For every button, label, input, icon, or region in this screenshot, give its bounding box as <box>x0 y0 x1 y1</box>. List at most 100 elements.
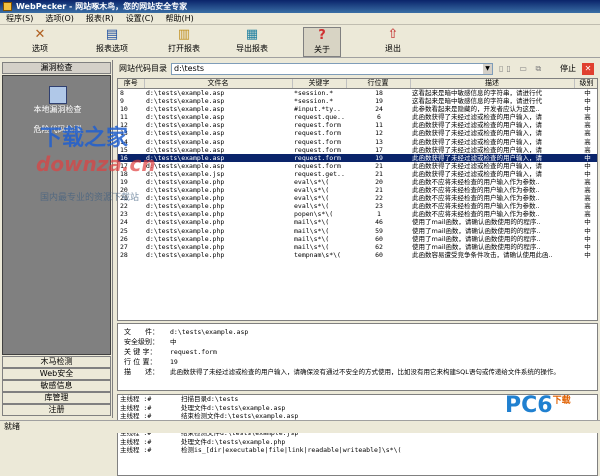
table-row[interactable]: 15 d:\tests\example.asp request.form 17 此函数获… <box>118 146 597 154</box>
column-header-level[interactable]: 级别 <box>574 79 597 89</box>
table-cell: 11 <box>375 121 383 130</box>
menu-settings[interactable]: 设置(C) <box>120 13 160 24</box>
table-row[interactable]: 11 d:\tests\example.asp request.que.. 6 此函数获… <box>118 113 597 121</box>
open-report-button[interactable]: ▥ 打开报表 <box>164 27 204 57</box>
table-row[interactable]: 8 d:\tests\example.asp *session.* 18 这看起来是暗中… <box>118 89 597 98</box>
close-icon[interactable]: ✕ <box>582 63 594 75</box>
directory-input[interactable]: d:\tests ▼ <box>171 63 493 75</box>
menu-program[interactable]: 程序(S) <box>0 13 39 24</box>
table-cell: request.form <box>294 121 341 130</box>
table-row[interactable]: 17 d:\tests\example.asp request.form 21 此函数获… <box>118 162 597 170</box>
table-row[interactable]: 13 d:\tests\example.asp request.form 12 此函数获… <box>118 129 597 137</box>
table-row[interactable]: 21 d:\tests\example.php eval\s*\(22 此函数不应将未… <box>118 194 597 202</box>
column-header-description[interactable]: 描述 <box>410 79 575 89</box>
table-cell: 中 <box>584 234 591 243</box>
chevron-down-icon[interactable]: ▼ <box>483 64 492 74</box>
table-row[interactable]: 14 d:\tests\example.asp request.form 13 此函数获… <box>118 137 597 146</box>
detail-keyword: 关 键 字： request.form <box>124 348 217 356</box>
table-cell: 1 <box>377 210 381 219</box>
detail-file: 文 件： d:\tests\example.asp <box>124 328 249 336</box>
table-cell: 中 <box>584 89 591 97</box>
table-row[interactable]: 28 d:\tests\example.php tempnam\s*\(60 此函数容… <box>118 250 597 259</box>
scan-controls-icons[interactable]: ▯▯ ▭ ⧉ <box>499 64 544 74</box>
table-cell: 60 <box>375 234 383 243</box>
table-row[interactable]: 18 d:\tests\example.jsp request.get.. 21 此函数… <box>118 170 597 178</box>
results-table[interactable]: 序号 文件名 关键字 行位置 描述 级别 8 d:\tests\example.a… <box>117 78 598 321</box>
about-button[interactable]: ? 关于 <box>303 27 341 57</box>
watermark-slogan: 国内最专业的资源下载站 <box>40 193 140 203</box>
table-cell: 19 <box>346 153 410 162</box>
sidebar-item-label: 本地漏洞检查 <box>33 105 82 114</box>
report-options-button[interactable]: ▤ 报表选项 <box>92 27 132 57</box>
column-header-keyword[interactable]: 关键字 <box>292 79 347 89</box>
sidebar-panel: 本地漏洞检查 危险代码检测 <box>2 75 111 355</box>
table-row[interactable]: 20 d:\tests\example.php eval\s*\(21 此函数不应将未… <box>118 186 597 195</box>
table-cell: 9 <box>120 97 124 106</box>
table-cell: 中 <box>584 226 591 235</box>
sidebar-button-sensitive-info[interactable]: 敏感信息 <box>2 380 111 392</box>
table-row[interactable]: 16 d:\tests\example.asp request.form 19 此函数获… <box>118 153 597 162</box>
column-header-filename[interactable]: 文件名 <box>144 79 293 89</box>
table-cell: 此函数不应将未经检查的用户输入作为参数.. <box>412 210 540 219</box>
table-cell: d:\tests\example.php <box>146 210 225 219</box>
table-cell: mail\s*\( <box>294 242 330 251</box>
log-line: 主线程 :# 处理文件d:\tests\example.php <box>118 438 597 447</box>
toolbar: ✕ 选项 ▤ 报表选项 ▥ 打开报表 ▦ 导出报表 ? 关于 ⇧ 退出 <box>0 26 600 58</box>
local-scan-icon <box>48 86 67 104</box>
table-cell: tempnam\s*\( <box>294 250 341 259</box>
stop-button[interactable]: 停止 <box>560 64 576 74</box>
export-report-icon: ▦ <box>245 27 259 42</box>
table-cell: 中 <box>584 250 591 259</box>
watermark-text: 下载之家 <box>40 126 129 151</box>
table-cell: 此函数容易遭受竞争条件攻击，请确认使用此函.. <box>412 250 553 259</box>
column-header-line[interactable]: 行位置 <box>346 79 411 89</box>
column-header-index[interactable]: 序号 <box>118 79 145 89</box>
log-message: 处理文件d:\tests\example.asp <box>181 403 286 412</box>
table-row[interactable]: 9 d:\tests\example.asp *session.* 19 这看起来是暗中… <box>118 97 597 106</box>
sidebar-button-web-security[interactable]: Web安全 <box>2 368 111 380</box>
log-thread: 主线程 :# <box>120 446 152 454</box>
table-row[interactable]: 26 d:\tests\example.php mail\s*\(60 使用了mail… <box>118 234 597 243</box>
table-row[interactable]: 23 d:\tests\example.php popen\s*\(1 此函数不应将未… <box>118 210 597 219</box>
table-cell: 62 <box>375 242 383 251</box>
exit-button[interactable]: ⇧ 退出 <box>376 27 410 57</box>
table-cell: 60 <box>375 250 383 259</box>
table-cell: 中 <box>584 105 591 114</box>
menu-options[interactable]: 选项(O) <box>39 13 80 24</box>
table-row[interactable]: 27 d:\tests\example.php mail\s*\(62 使用了mail… <box>118 242 597 251</box>
table-cell: 21 <box>375 186 383 195</box>
table-cell: 8 <box>120 89 124 97</box>
app-window: WebPecker - 网站啄木鸟，您的网站安全专家 程序(S) 选项(O) 报… <box>0 0 600 476</box>
table-cell: 26 <box>120 234 128 243</box>
detail-line: 行 位 置： 19 <box>124 358 178 366</box>
menu-help[interactable]: 帮助(H) <box>160 13 200 24</box>
menu-report[interactable]: 报表(R) <box>80 13 120 24</box>
menu-bar: 程序(S) 选项(O) 报表(R) 设置(C) 帮助(H) <box>0 13 600 25</box>
table-cell: 使用了mail函数，请确认函数使用的的程序.. <box>412 218 541 227</box>
table-cell: 20 <box>375 177 383 186</box>
table-row[interactable]: 24 d:\tests\example.php mail\s*\(46 使用了mail… <box>118 218 597 227</box>
sidebar-button-trojan[interactable]: 木马检测 <box>2 356 111 368</box>
table-cell: d:\tests\example.asp <box>144 153 292 162</box>
table-cell: d:\tests\example.asp <box>146 105 225 114</box>
table-cell: 10 <box>120 105 128 114</box>
sidebar-button-register[interactable]: 注册 <box>2 404 111 416</box>
directory-value: d:\tests <box>174 64 204 73</box>
table-row[interactable]: 22 d:\tests\example.php eval\s*\(23 此函数不应将未… <box>118 202 597 210</box>
exit-icon: ⇧ <box>387 27 399 42</box>
log-thread: 主线程 :# <box>120 395 152 403</box>
table-row[interactable]: 12 d:\tests\example.asp request.form 11 此函数获… <box>118 121 597 130</box>
table-cell: 此参数看起来是隐藏的，开发者应认为这是.. <box>412 105 540 114</box>
sidebar-header[interactable]: 漏洞检查 <box>2 62 111 74</box>
window-title: WebPecker - 网站啄木鸟，您的网站安全专家 <box>16 2 188 11</box>
table-row[interactable]: 10 d:\tests\example.asp #input.*ty.. 24 此参数看… <box>118 105 597 114</box>
table-cell: d:\tests\example.php <box>146 242 225 251</box>
export-report-button[interactable]: ▦ 导出报表 <box>232 27 272 57</box>
table-cell: 此函数不应将未经检查的用户输入作为参数.. <box>412 177 540 186</box>
sidebar-item-local-scan[interactable]: 本地漏洞检查 <box>3 86 110 115</box>
sidebar-button-library[interactable]: 库管理 <box>2 392 111 404</box>
table-row[interactable]: 19 d:\tests\example.php eval\s*\(20 此函数不应将未… <box>118 177 597 186</box>
table-row[interactable]: 25 d:\tests\example.php mail\s*\(59 使用了mail… <box>118 226 597 235</box>
options-button[interactable]: ✕ 选项 <box>22 27 58 57</box>
table-cell: 24 <box>120 218 128 227</box>
